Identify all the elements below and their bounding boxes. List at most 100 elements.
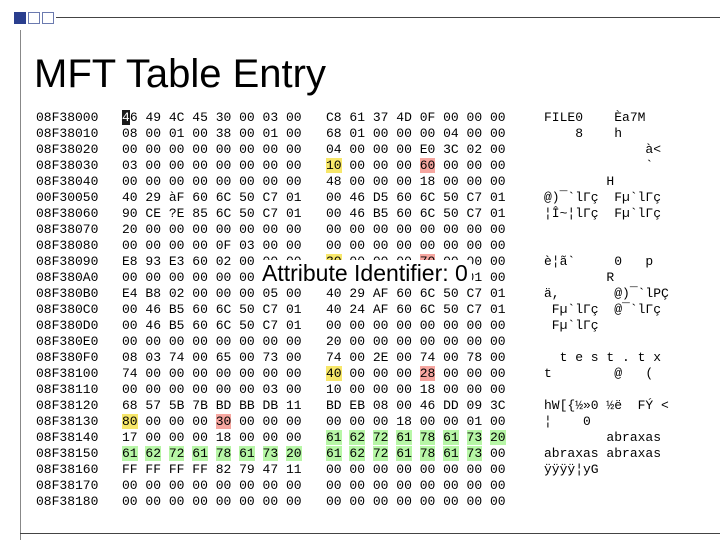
hex-addr: 08F38130 [36,414,122,430]
hex-addr: 08F38020 [36,142,122,158]
hex-ascii: ` [544,158,700,174]
hex-ascii: @)¯`lΓç Fµ`lΓç [544,190,700,206]
hex-bytes: FF FF FF FF 82 79 47 11 [122,462,326,478]
hex-bytes: BD EB 08 00 46 DD 09 3C [326,398,544,414]
hex-bytes: 00 46 B5 60 6C 50 C7 01 [122,318,326,334]
hex-ascii: FILE0 Èa7M [544,110,700,126]
bottom-rule [20,533,720,534]
hex-addr: 08F380B0 [36,286,122,302]
hex-ascii: ä, @)¯`lΡÇ [544,286,700,302]
hex-ascii: hW[{½»0 ½ë FÝ < [544,398,700,414]
hex-bytes: 00 00 00 00 00 00 03 00 [122,382,326,398]
hex-addr: 08F38030 [36,158,122,174]
hex-addr: 08F380D0 [36,318,122,334]
hex-row: 08F380F008 03 74 00 65 00 73 00 74 00 2E… [36,350,700,366]
hex-bytes: 10 00 00 00 60 00 00 00 [326,158,544,174]
hex-ascii: t e s t . t x [544,350,700,366]
hex-bytes: 00 00 00 00 00 00 00 00 [326,478,544,494]
hex-bytes: 10 00 00 00 18 00 00 00 [326,382,544,398]
hex-bytes: 03 00 00 00 00 00 00 00 [122,158,326,174]
hex-bytes: 00 00 00 00 00 00 00 00 [326,318,544,334]
hex-ascii: 8 h [544,126,700,142]
hex-ascii: è¦ã` 0 p [544,254,700,270]
hex-bytes: 20 00 00 00 00 00 00 00 [122,222,326,238]
hex-bytes: E4 B8 02 00 00 00 05 00 [122,286,326,302]
hex-bytes: 08 03 74 00 65 00 73 00 [122,350,326,366]
hex-bytes: 48 00 00 00 18 00 00 00 [326,174,544,190]
hex-addr: 08F38160 [36,462,122,478]
hex-bytes: 46 49 4C 45 30 00 03 00 [122,110,326,126]
hex-bytes: 40 29 àF 60 6C 50 C7 01 [122,190,326,206]
hex-addr: 08F380C0 [36,302,122,318]
hex-ascii: Fµ`lΓç [544,318,700,334]
hex-addr: 08F38110 [36,382,122,398]
attribute-identifier-value: 0 [455,260,468,286]
hex-bytes: 00 00 00 00 00 00 00 00 [326,222,544,238]
hex-addr: 08F38070 [36,222,122,238]
hex-bytes: 00 00 00 00 00 00 00 00 [326,462,544,478]
hex-bytes: 00 00 00 00 00 00 00 00 [122,174,326,190]
hex-ascii: t @ ( [544,366,700,382]
hex-ascii: ¦Î~¦lΓç Fµ`lΓç [544,206,700,222]
hex-row: 08F3810074 00 00 00 00 00 00 00 40 00 00… [36,366,700,382]
hex-ascii: abraxas [544,430,700,446]
hex-addr: 08F38040 [36,174,122,190]
hex-bytes: 74 00 2E 00 74 00 78 00 [326,350,544,366]
hex-dump: 08F3800046 49 4C 45 30 00 03 00 C8 61 37… [36,110,700,510]
hex-row: 00F3005040 29 àF 60 6C 50 C7 01 00 46 D5… [36,190,700,206]
hex-bytes: 68 57 5B 7B BD BB DB 11 [122,398,326,414]
hex-row: 08F3803003 00 00 00 00 00 00 00 10 00 00… [36,158,700,174]
hex-addr: 08F380E0 [36,334,122,350]
hex-row: 08F3804000 00 00 00 00 00 00 00 48 00 00… [36,174,700,190]
hex-bytes: 00 00 00 00 00 00 00 00 [122,494,326,510]
hex-ascii [544,334,700,350]
hex-bytes: 00 00 00 00 00 00 00 00 [122,142,326,158]
hex-row: 08F380C000 46 B5 60 6C 50 C7 01 40 24 AF… [36,302,700,318]
left-rule [20,30,21,540]
hex-row: 08F380B0E4 B8 02 00 00 00 05 00 40 29 AF… [36,286,700,302]
hex-row: 08F380D000 46 B5 60 6C 50 C7 01 00 00 00… [36,318,700,334]
hex-bytes: 00 00 00 18 00 00 01 00 [326,414,544,430]
hex-row: 08F3817000 00 00 00 00 00 00 00 00 00 00… [36,478,700,494]
hex-addr: 08F38090 [36,254,122,270]
hex-row: 08F3814017 00 00 00 18 00 00 00 61 62 72… [36,430,700,446]
hex-bytes: 40 24 AF 60 6C 50 C7 01 [326,302,544,318]
hex-row: 08F3802000 00 00 00 00 00 00 00 04 00 00… [36,142,700,158]
hex-bytes: 00 46 D5 60 6C 50 C7 01 [326,190,544,206]
hex-bytes: 00 00 00 00 0F 03 00 00 [122,238,326,254]
hex-row: 08F3808000 00 00 00 0F 03 00 00 00 00 00… [36,238,700,254]
hex-row: 08F3806090 CE ?E 85 6C 50 C7 01 00 46 B5… [36,206,700,222]
hex-row: 08F3812068 57 5B 7B BD BB DB 11 BD EB 08… [36,398,700,414]
attribute-identifier-label: Attribute Identifier: [262,260,449,286]
hex-bytes: 00 46 B5 60 6C 50 C7 01 [122,302,326,318]
hex-addr: 08F38080 [36,238,122,254]
hex-addr: 08F38140 [36,430,122,446]
hex-bytes: 00 00 00 00 00 00 00 00 [326,238,544,254]
hex-addr: 08F38170 [36,478,122,494]
hex-bytes: 00 00 00 00 00 00 00 00 [122,334,326,350]
hex-bytes: 00 46 B5 60 6C 50 C7 01 [326,206,544,222]
hex-row: 08F38160FF FF FF FF 82 79 47 11 00 00 00… [36,462,700,478]
hex-bytes: 40 29 AF 60 6C 50 C7 01 [326,286,544,302]
hex-ascii: Fµ`lΓç @¯`lΓç [544,302,700,318]
hex-row: 08F3801008 00 01 00 38 00 01 00 68 01 00… [36,126,700,142]
hex-row: 08F380E000 00 00 00 00 00 00 00 20 00 00… [36,334,700,350]
hex-ascii: R [544,270,700,286]
hex-addr: 08F38150 [36,446,122,462]
hex-ascii [544,478,700,494]
hex-bytes: C8 61 37 4D 0F 00 00 00 [326,110,544,126]
page-title: MFT Table Entry [34,52,326,97]
hex-ascii [544,238,700,254]
hex-addr: 08F38180 [36,494,122,510]
hex-addr: 08F38000 [36,110,122,126]
hex-bytes: 17 00 00 00 18 00 00 00 [122,430,326,446]
hex-bytes: 90 CE ?E 85 6C 50 C7 01 [122,206,326,222]
hex-bytes: 61 62 72 61 78 61 73 00 [326,446,544,462]
slide-corner-squares [14,12,54,24]
hex-bytes: 74 00 00 00 00 00 00 00 [122,366,326,382]
hex-row: 08F3815061 62 72 61 78 61 73 20 61 62 72… [36,446,700,462]
attribute-identifier-callout: Attribute Identifier: 0 [258,260,472,287]
hex-bytes: 40 00 00 00 28 00 00 00 [326,366,544,382]
hex-bytes: 61 62 72 61 78 61 73 20 [122,446,326,462]
hex-addr: 08F380A0 [36,270,122,286]
